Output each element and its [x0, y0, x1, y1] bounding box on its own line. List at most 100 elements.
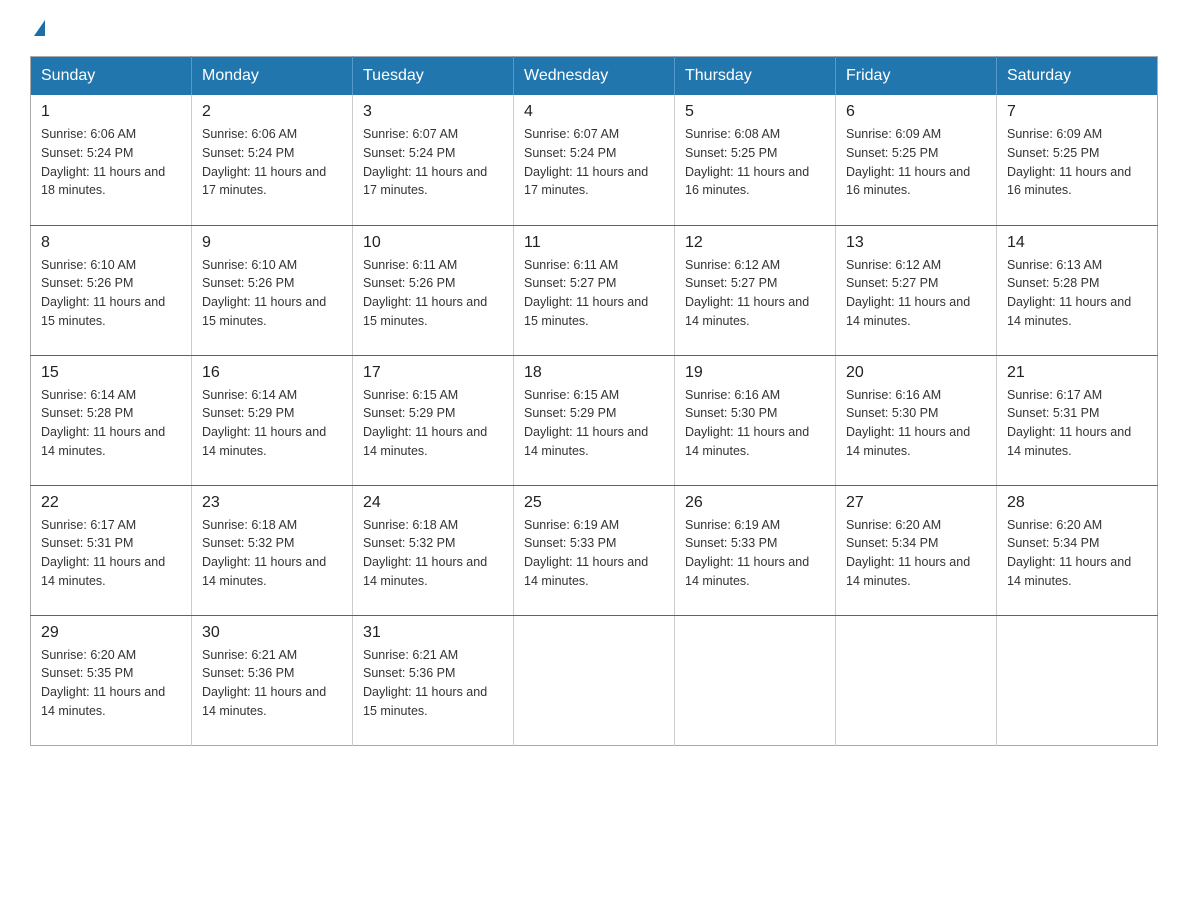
day-number: 9 — [202, 234, 342, 252]
day-info: Sunrise: 6:21 AMSunset: 5:36 PMDaylight:… — [363, 648, 487, 718]
day-number: 13 — [846, 234, 986, 252]
day-info: Sunrise: 6:08 AMSunset: 5:25 PMDaylight:… — [685, 127, 809, 197]
day-info: Sunrise: 6:17 AMSunset: 5:31 PMDaylight:… — [1007, 388, 1131, 458]
day-number: 27 — [846, 494, 986, 512]
day-info: Sunrise: 6:06 AMSunset: 5:24 PMDaylight:… — [41, 127, 165, 197]
day-number: 7 — [1007, 103, 1147, 121]
day-info: Sunrise: 6:15 AMSunset: 5:29 PMDaylight:… — [524, 388, 648, 458]
calendar-cell: 26 Sunrise: 6:19 AMSunset: 5:33 PMDaylig… — [675, 485, 836, 615]
logo-triangle-icon — [34, 20, 45, 36]
day-number: 25 — [524, 494, 664, 512]
calendar-cell: 12 Sunrise: 6:12 AMSunset: 5:27 PMDaylig… — [675, 225, 836, 355]
calendar-cell: 24 Sunrise: 6:18 AMSunset: 5:32 PMDaylig… — [353, 485, 514, 615]
day-number: 14 — [1007, 234, 1147, 252]
day-info: Sunrise: 6:10 AMSunset: 5:26 PMDaylight:… — [41, 258, 165, 328]
weekday-header-friday: Friday — [836, 57, 997, 96]
day-info: Sunrise: 6:09 AMSunset: 5:25 PMDaylight:… — [846, 127, 970, 197]
calendar-cell — [514, 615, 675, 745]
day-number: 4 — [524, 103, 664, 121]
day-number: 16 — [202, 364, 342, 382]
day-number: 20 — [846, 364, 986, 382]
day-number: 23 — [202, 494, 342, 512]
day-number: 28 — [1007, 494, 1147, 512]
day-number: 19 — [685, 364, 825, 382]
calendar-cell: 4 Sunrise: 6:07 AMSunset: 5:24 PMDayligh… — [514, 95, 675, 225]
weekday-header-saturday: Saturday — [997, 57, 1158, 96]
calendar-week-row: 8 Sunrise: 6:10 AMSunset: 5:26 PMDayligh… — [31, 225, 1158, 355]
calendar-cell — [675, 615, 836, 745]
calendar-cell: 10 Sunrise: 6:11 AMSunset: 5:26 PMDaylig… — [353, 225, 514, 355]
calendar-cell: 1 Sunrise: 6:06 AMSunset: 5:24 PMDayligh… — [31, 95, 192, 225]
day-number: 3 — [363, 103, 503, 121]
weekday-header-sunday: Sunday — [31, 57, 192, 96]
calendar-cell: 11 Sunrise: 6:11 AMSunset: 5:27 PMDaylig… — [514, 225, 675, 355]
day-info: Sunrise: 6:19 AMSunset: 5:33 PMDaylight:… — [685, 518, 809, 588]
day-info: Sunrise: 6:15 AMSunset: 5:29 PMDaylight:… — [363, 388, 487, 458]
day-info: Sunrise: 6:12 AMSunset: 5:27 PMDaylight:… — [846, 258, 970, 328]
day-number: 24 — [363, 494, 503, 512]
calendar-cell: 3 Sunrise: 6:07 AMSunset: 5:24 PMDayligh… — [353, 95, 514, 225]
day-info: Sunrise: 6:18 AMSunset: 5:32 PMDaylight:… — [363, 518, 487, 588]
day-info: Sunrise: 6:20 AMSunset: 5:34 PMDaylight:… — [846, 518, 970, 588]
calendar-week-row: 29 Sunrise: 6:20 AMSunset: 5:35 PMDaylig… — [31, 615, 1158, 745]
calendar-week-row: 22 Sunrise: 6:17 AMSunset: 5:31 PMDaylig… — [31, 485, 1158, 615]
calendar-cell: 5 Sunrise: 6:08 AMSunset: 5:25 PMDayligh… — [675, 95, 836, 225]
day-info: Sunrise: 6:13 AMSunset: 5:28 PMDaylight:… — [1007, 258, 1131, 328]
calendar-cell: 17 Sunrise: 6:15 AMSunset: 5:29 PMDaylig… — [353, 355, 514, 485]
calendar-cell: 31 Sunrise: 6:21 AMSunset: 5:36 PMDaylig… — [353, 615, 514, 745]
calendar-cell: 29 Sunrise: 6:20 AMSunset: 5:35 PMDaylig… — [31, 615, 192, 745]
weekday-header-monday: Monday — [192, 57, 353, 96]
calendar-cell: 8 Sunrise: 6:10 AMSunset: 5:26 PMDayligh… — [31, 225, 192, 355]
day-number: 10 — [363, 234, 503, 252]
day-number: 26 — [685, 494, 825, 512]
calendar-table: SundayMondayTuesdayWednesdayThursdayFrid… — [30, 56, 1158, 746]
calendar-cell: 15 Sunrise: 6:14 AMSunset: 5:28 PMDaylig… — [31, 355, 192, 485]
calendar-cell: 21 Sunrise: 6:17 AMSunset: 5:31 PMDaylig… — [997, 355, 1158, 485]
day-info: Sunrise: 6:19 AMSunset: 5:33 PMDaylight:… — [524, 518, 648, 588]
day-number: 6 — [846, 103, 986, 121]
calendar-cell: 22 Sunrise: 6:17 AMSunset: 5:31 PMDaylig… — [31, 485, 192, 615]
calendar-cell: 30 Sunrise: 6:21 AMSunset: 5:36 PMDaylig… — [192, 615, 353, 745]
calendar-cell: 14 Sunrise: 6:13 AMSunset: 5:28 PMDaylig… — [997, 225, 1158, 355]
day-info: Sunrise: 6:16 AMSunset: 5:30 PMDaylight:… — [685, 388, 809, 458]
day-number: 8 — [41, 234, 181, 252]
day-number: 15 — [41, 364, 181, 382]
calendar-cell: 19 Sunrise: 6:16 AMSunset: 5:30 PMDaylig… — [675, 355, 836, 485]
calendar-week-row: 15 Sunrise: 6:14 AMSunset: 5:28 PMDaylig… — [31, 355, 1158, 485]
day-info: Sunrise: 6:11 AMSunset: 5:27 PMDaylight:… — [524, 258, 648, 328]
day-number: 2 — [202, 103, 342, 121]
day-number: 29 — [41, 624, 181, 642]
weekday-header-row: SundayMondayTuesdayWednesdayThursdayFrid… — [31, 57, 1158, 96]
page-header — [30, 20, 1158, 38]
calendar-cell: 28 Sunrise: 6:20 AMSunset: 5:34 PMDaylig… — [997, 485, 1158, 615]
calendar-week-row: 1 Sunrise: 6:06 AMSunset: 5:24 PMDayligh… — [31, 95, 1158, 225]
calendar-cell: 2 Sunrise: 6:06 AMSunset: 5:24 PMDayligh… — [192, 95, 353, 225]
day-info: Sunrise: 6:06 AMSunset: 5:24 PMDaylight:… — [202, 127, 326, 197]
day-info: Sunrise: 6:14 AMSunset: 5:28 PMDaylight:… — [41, 388, 165, 458]
day-number: 1 — [41, 103, 181, 121]
logo — [30, 20, 45, 38]
day-number: 31 — [363, 624, 503, 642]
calendar-cell: 20 Sunrise: 6:16 AMSunset: 5:30 PMDaylig… — [836, 355, 997, 485]
calendar-cell: 27 Sunrise: 6:20 AMSunset: 5:34 PMDaylig… — [836, 485, 997, 615]
day-info: Sunrise: 6:20 AMSunset: 5:34 PMDaylight:… — [1007, 518, 1131, 588]
calendar-cell — [836, 615, 997, 745]
calendar-cell: 6 Sunrise: 6:09 AMSunset: 5:25 PMDayligh… — [836, 95, 997, 225]
day-number: 30 — [202, 624, 342, 642]
day-number: 17 — [363, 364, 503, 382]
day-number: 5 — [685, 103, 825, 121]
day-info: Sunrise: 6:21 AMSunset: 5:36 PMDaylight:… — [202, 648, 326, 718]
calendar-cell: 7 Sunrise: 6:09 AMSunset: 5:25 PMDayligh… — [997, 95, 1158, 225]
day-info: Sunrise: 6:12 AMSunset: 5:27 PMDaylight:… — [685, 258, 809, 328]
day-info: Sunrise: 6:17 AMSunset: 5:31 PMDaylight:… — [41, 518, 165, 588]
day-info: Sunrise: 6:09 AMSunset: 5:25 PMDaylight:… — [1007, 127, 1131, 197]
calendar-cell: 9 Sunrise: 6:10 AMSunset: 5:26 PMDayligh… — [192, 225, 353, 355]
weekday-header-thursday: Thursday — [675, 57, 836, 96]
calendar-cell: 18 Sunrise: 6:15 AMSunset: 5:29 PMDaylig… — [514, 355, 675, 485]
day-info: Sunrise: 6:16 AMSunset: 5:30 PMDaylight:… — [846, 388, 970, 458]
calendar-cell: 13 Sunrise: 6:12 AMSunset: 5:27 PMDaylig… — [836, 225, 997, 355]
calendar-cell — [997, 615, 1158, 745]
day-number: 12 — [685, 234, 825, 252]
weekday-header-tuesday: Tuesday — [353, 57, 514, 96]
day-number: 21 — [1007, 364, 1147, 382]
